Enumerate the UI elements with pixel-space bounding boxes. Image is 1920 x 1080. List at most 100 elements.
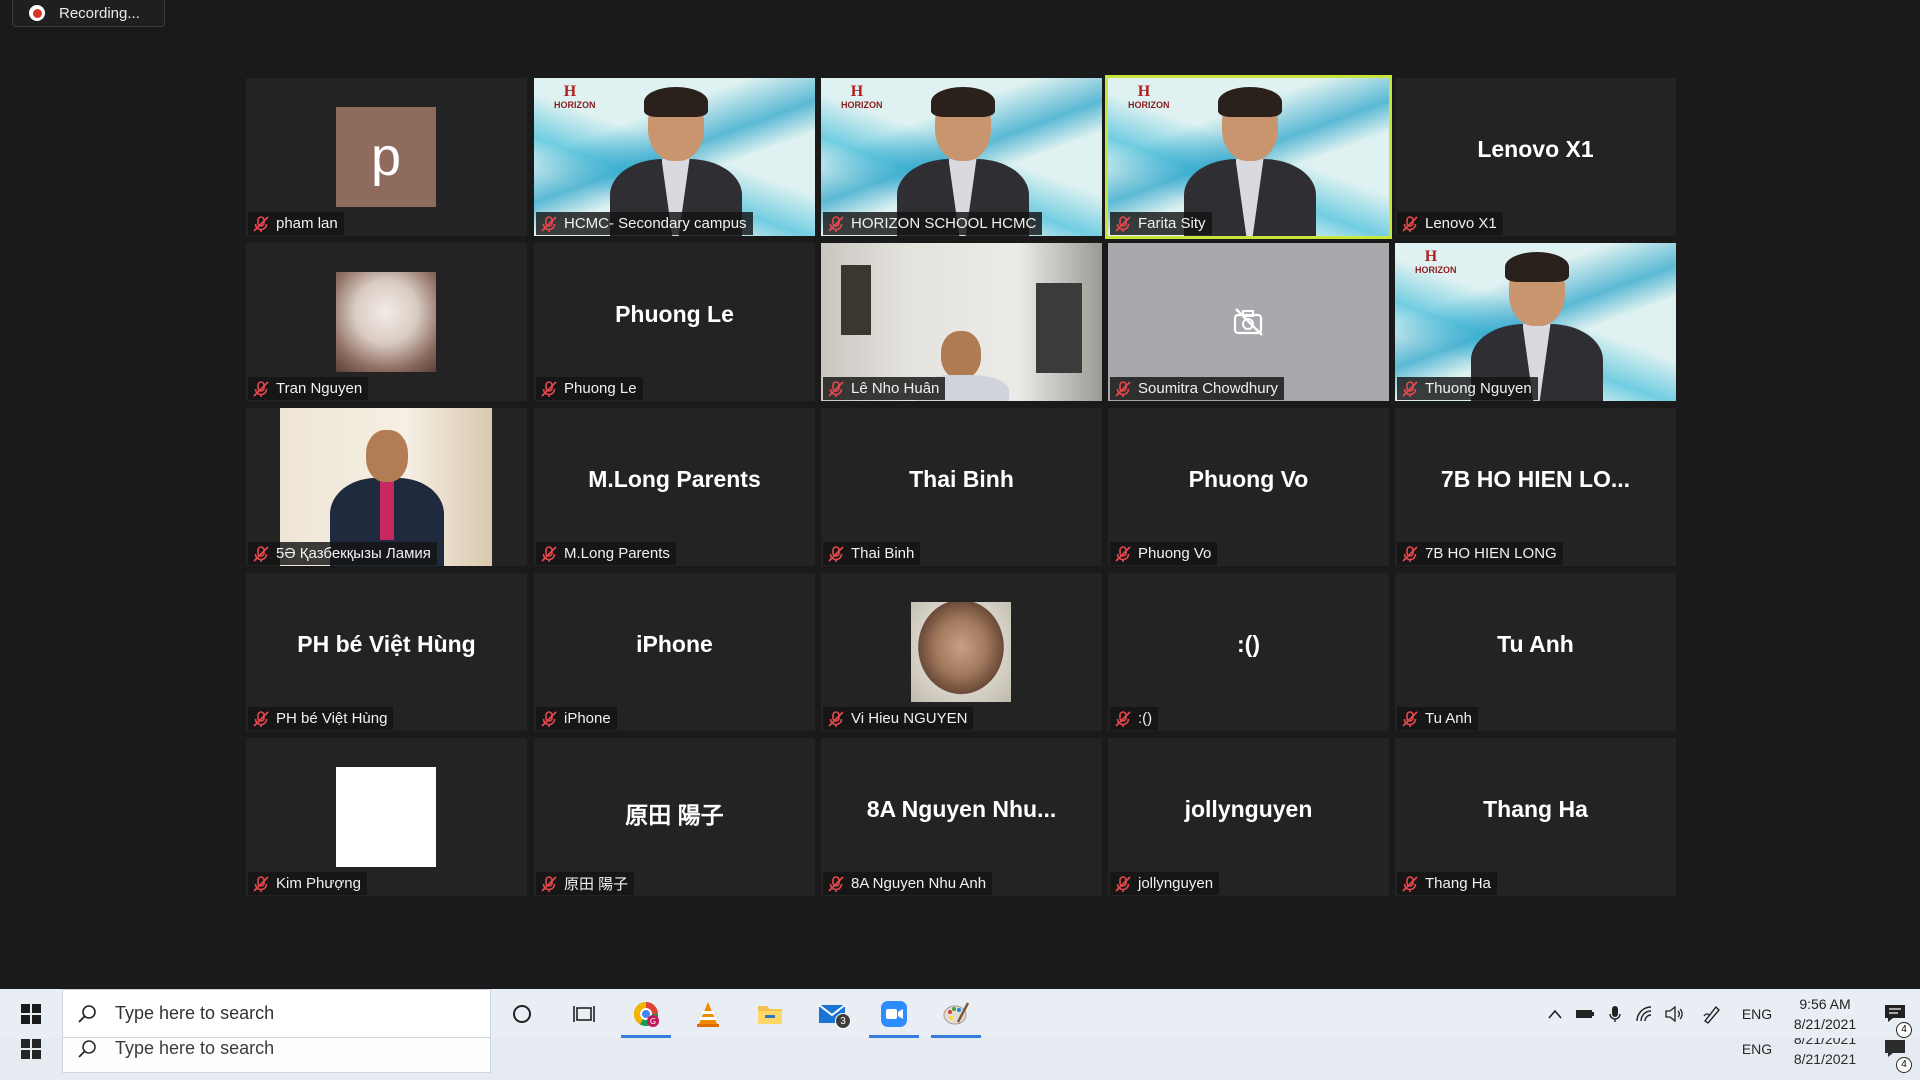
svg-text:G: G: [650, 1017, 656, 1026]
task-view-button[interactable]: [553, 989, 615, 1038]
participant-tile-tran-nguyen[interactable]: Tran Nguyen: [246, 243, 527, 401]
participant-tile-thuong-nguyen[interactable]: H HORIZON Thuong Nguyen: [1395, 243, 1676, 401]
taskbar-echo: Type here to search ENG 8/21/2021 8/21/2…: [0, 1038, 1920, 1080]
participant-tile-hcmc-secondary[interactable]: H HORIZON HCMC- Secondary campus: [534, 78, 815, 236]
taskbar-app-vlc[interactable]: [677, 989, 739, 1038]
muted-mic-icon: [540, 215, 558, 233]
participant-name: Thai Binh: [851, 545, 915, 562]
participant-name-tag: Farita Sity: [1110, 212, 1212, 235]
pen-tray-button[interactable]: [1690, 1004, 1734, 1024]
system-tray: ENG 9:56 AM 8/21/2021 4: [1540, 989, 1920, 1038]
horizon-logo: H HORIZON: [841, 83, 883, 111]
show-hidden-icons-button[interactable]: [1540, 1009, 1570, 1019]
participant-name: 7B HO HIEN LONG: [1425, 545, 1557, 562]
clock[interactable]: 9:56 AM 8/21/2021: [1780, 994, 1870, 1034]
paint-icon: [943, 1001, 970, 1024]
participant-name-tag: M.Long Parents: [536, 542, 676, 565]
system-tray-echo: ENG 8/21/2021 8/21/2021 4: [1734, 1038, 1920, 1073]
participant-tile-le-nho-huan[interactable]: Lê Nho Huân: [821, 243, 1102, 401]
taskbar-search-box[interactable]: Type here to search: [62, 989, 491, 1038]
avatar: [911, 602, 1011, 702]
horizon-logo: H HORIZON: [1415, 248, 1457, 276]
participant-tile-phuong-le[interactable]: Phuong Le Phuong Le: [534, 243, 815, 401]
participant-tile-phuong-vo[interactable]: Phuong Vo Phuong Vo: [1108, 408, 1389, 566]
participant-display-name: 8A Nguyen Nhu...: [866, 796, 1057, 822]
taskbar-app-paint[interactable]: [925, 989, 987, 1038]
participant-tile-kim-phuong[interactable]: Kim Phượng: [246, 738, 527, 896]
participant-name: PH bé Việt Hùng: [276, 710, 388, 727]
participant-name: pham lan: [276, 215, 338, 232]
participant-name: Phuong Le: [564, 380, 637, 397]
participant-tile-8a-nguyen[interactable]: 8A Nguyen Nhu... 8A Nguyen Nhu Anh: [821, 738, 1102, 896]
participant-display-name: 7B HO HIEN LO...: [1440, 466, 1631, 492]
muted-mic-icon: [540, 545, 558, 563]
participant-name: Lenovo X1: [1425, 215, 1497, 232]
taskbar-app-file-explorer[interactable]: [739, 989, 801, 1038]
muted-mic-icon: [1114, 875, 1132, 893]
taskbar-app-mail[interactable]: 3: [801, 989, 863, 1038]
participant-tile-emoticon[interactable]: :():(): [1108, 573, 1389, 731]
participant-name-tag: :(): [1110, 707, 1159, 730]
participant-tile-vi-hieu[interactable]: Vi Hieu NGUYEN: [821, 573, 1102, 731]
input-language[interactable]: ENG: [1734, 1006, 1780, 1022]
volume-tray-button[interactable]: [1660, 1005, 1690, 1022]
participant-tile-harada[interactable]: 原田 陽子 原田 陽子: [534, 738, 815, 896]
windows-icon: [21, 1038, 41, 1059]
battery-icon: [1576, 1009, 1594, 1018]
notification-icon: [1885, 1004, 1905, 1022]
participant-name-tag: HORIZON SCHOOL HCMC: [823, 212, 1043, 235]
muted-mic-icon: [252, 215, 270, 233]
muted-mic-icon: [1401, 215, 1419, 233]
muted-mic-icon: [827, 545, 845, 563]
participant-tile-soumitra[interactable]: Soumitra Chowdhury: [1108, 243, 1389, 401]
network-tray-button[interactable]: [1630, 1005, 1660, 1022]
participant-name: Vi Hieu NGUYEN: [851, 710, 968, 727]
notification-count-echo: 4: [1896, 1056, 1912, 1073]
participant-name-tag: jollynguyen: [1110, 872, 1220, 895]
participant-tile-iphone[interactable]: iPhone iPhone: [534, 573, 815, 731]
participant-name: 5Ә Қазбекқызы Ламия: [276, 545, 431, 562]
participant-tile-7b-ho-hien[interactable]: 7B HO HIEN LO... 7B HO HIEN LONG: [1395, 408, 1676, 566]
participant-tile-horizon-school[interactable]: H HORIZON HORIZON SCHOOL HCMC: [821, 78, 1102, 236]
participant-tile-ph-be-viet-hung[interactable]: PH bé Việt Hùng PH bé Việt Hùng: [246, 573, 527, 731]
microphone-icon: [1609, 1005, 1621, 1022]
recording-indicator[interactable]: Recording...: [12, 0, 165, 27]
muted-mic-icon: [1401, 380, 1419, 398]
wifi-icon: [1636, 1005, 1652, 1021]
participant-tile-thai-binh[interactable]: Thai Binh Thai Binh: [821, 408, 1102, 566]
vlc-icon: [697, 1001, 719, 1027]
participant-name-tag: iPhone: [536, 707, 617, 730]
muted-mic-icon: [1114, 710, 1132, 728]
participant-name-tag: Vi Hieu NGUYEN: [823, 707, 974, 730]
participant-tile-tu-anh[interactable]: Tu Anh Tu Anh: [1395, 573, 1676, 731]
participant-tile-thang-ha[interactable]: Thang Ha Thang Ha: [1395, 738, 1676, 896]
participant-name-tag: Thang Ha: [1397, 872, 1497, 895]
notification-icon: [1885, 1039, 1905, 1057]
search-placeholder-echo: Type here to search: [115, 1038, 275, 1058]
participant-display-name: Thai Binh: [909, 466, 1014, 492]
participant-tile-lamiya[interactable]: 5Ә Қазбекқызы Ламия: [246, 408, 527, 566]
start-button[interactable]: [0, 989, 62, 1038]
camera-off-icon: [1233, 308, 1263, 336]
muted-mic-icon: [1114, 380, 1132, 398]
muted-mic-icon: [252, 380, 270, 398]
participant-name-tag: PH bé Việt Hùng: [248, 707, 394, 730]
participant-tile-jollynguyen[interactable]: jollynguyen jollynguyen: [1108, 738, 1389, 896]
participant-tile-farita-sity[interactable]: H HORIZON Farita Sity: [1105, 75, 1392, 239]
microphone-tray-button[interactable]: [1600, 1005, 1630, 1023]
muted-mic-icon: [1114, 545, 1132, 563]
participant-name-tag: 5Ә Қазбекқызы Ламия: [248, 542, 437, 565]
participant-name-tag: Phuong Vo: [1110, 542, 1218, 565]
participant-tile-mlong[interactable]: M.Long Parents M.Long Parents: [534, 408, 815, 566]
action-center-button[interactable]: 4: [1870, 1004, 1920, 1038]
taskbar-app-chrome[interactable]: G: [615, 989, 677, 1038]
participant-display-name: Lenovo X1: [1477, 136, 1594, 162]
cortana-button[interactable]: [491, 989, 553, 1038]
participant-tile-pham-lan[interactable]: p pham lan: [246, 78, 527, 236]
windows-icon: [21, 1003, 41, 1024]
battery-tray-button[interactable]: [1570, 1008, 1600, 1020]
horizon-logo: H HORIZON: [1128, 83, 1170, 111]
participant-name-tag: Soumitra Chowdhury: [1110, 377, 1285, 400]
taskbar-app-zoom[interactable]: [863, 989, 925, 1038]
participant-tile-lenovo-x1[interactable]: Lenovo X1 Lenovo X1: [1395, 78, 1676, 236]
